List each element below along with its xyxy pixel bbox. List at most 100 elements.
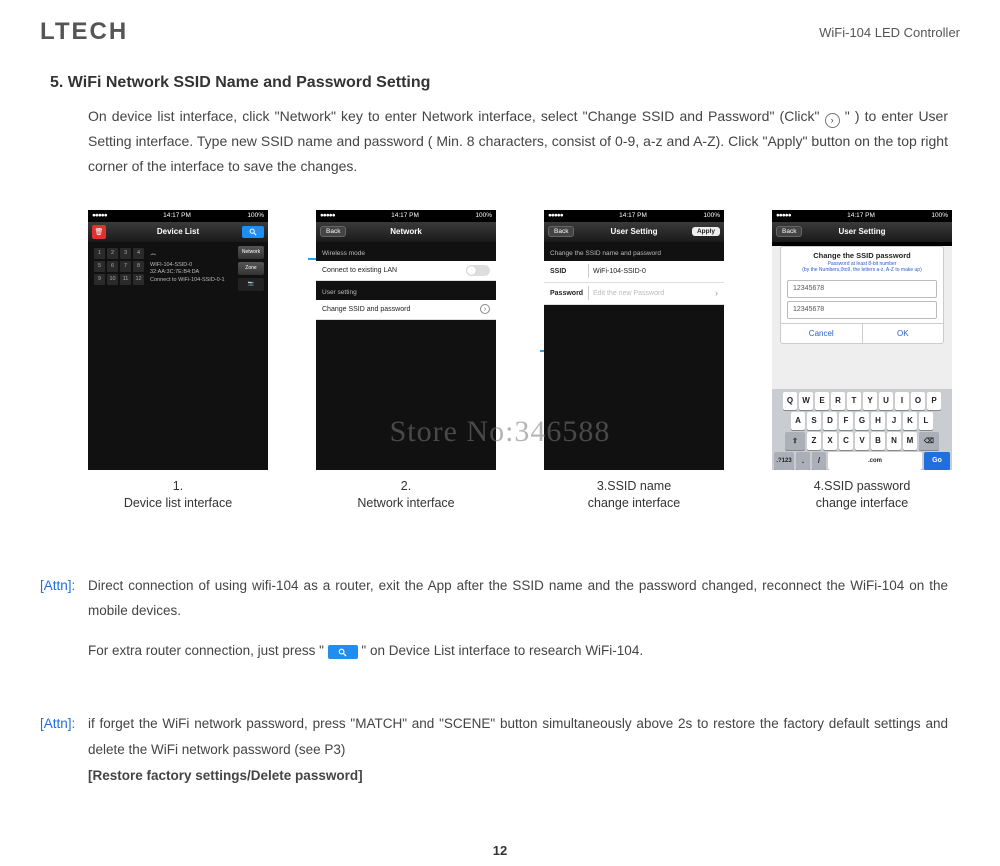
brand-logo: LTECH — [40, 18, 128, 46]
toggle-switch[interactable] — [466, 265, 490, 276]
chevron-circle-icon: › — [825, 113, 840, 128]
key[interactable]: . — [796, 452, 810, 470]
dialog-subtitle: Password at least 8-bit number (by the N… — [781, 261, 943, 277]
key[interactable]: F — [839, 412, 853, 430]
key[interactable]: Y — [863, 392, 877, 410]
key[interactable]: B — [871, 432, 885, 450]
chevron-right-icon: › — [715, 288, 718, 298]
signal-icon — [548, 212, 563, 219]
back-button[interactable]: Back — [548, 226, 574, 237]
key[interactable]: I — [895, 392, 909, 410]
password-input-1[interactable]: 12345678 — [787, 280, 937, 298]
zone-cell[interactable]: 1 — [94, 248, 105, 259]
status-batt: 100% — [475, 212, 492, 219]
dialog-title: Change the SSID password — [781, 247, 943, 261]
key[interactable]: T — [847, 392, 861, 410]
caption-2: 2. Network interface — [316, 478, 496, 513]
key[interactable]: O — [911, 392, 925, 410]
status-batt: 100% — [931, 212, 948, 219]
key[interactable]: A — [791, 412, 805, 430]
password-input[interactable]: Edit the new Password — [588, 286, 724, 300]
camera-icon[interactable]: 📷 — [238, 278, 264, 291]
screenshot-ssid-password: 14:17 PM100% Back User Setting Change th… — [772, 210, 952, 470]
attn-block-1: Attn Direct connection of using wifi-104… — [88, 573, 948, 664]
product-name: WiFi-104 LED Controller — [819, 25, 960, 40]
key[interactable]: / — [812, 452, 826, 470]
back-button[interactable]: Back — [320, 226, 346, 237]
zone-cell[interactable]: 4 — [133, 248, 144, 259]
key[interactable]: R — [831, 392, 845, 410]
attn1-p1: Direct connection of using wifi-104 as a… — [88, 573, 948, 624]
row-label: Change SSID and password — [322, 306, 410, 313]
signal-icon — [320, 212, 335, 219]
key[interactable]: P — [927, 392, 941, 410]
back-button[interactable]: Back — [776, 226, 802, 237]
section-label: Wireless mode — [316, 242, 496, 261]
key[interactable]: E — [815, 392, 829, 410]
search-icon — [328, 645, 358, 659]
ok-button[interactable]: OK — [863, 324, 944, 343]
key[interactable]: K — [903, 412, 917, 430]
body-a: On device list interface, click "Network… — [88, 108, 820, 124]
key[interactable]: L — [919, 412, 933, 430]
key[interactable]: S — [807, 412, 821, 430]
zone-cell[interactable]: 12 — [133, 274, 144, 285]
zone-cell[interactable]: 7 — [120, 261, 131, 272]
attn2-p2: [Restore factory settings/Delete passwor… — [88, 763, 948, 789]
ssid-field-row[interactable]: SSID WiFi-104-SSID-0 — [544, 261, 724, 283]
key[interactable]: N — [887, 432, 901, 450]
key[interactable]: W — [799, 392, 813, 410]
signal-icon — [92, 212, 107, 219]
zone-cell[interactable]: 6 — [107, 261, 118, 272]
key[interactable]: J — [887, 412, 901, 430]
zone-cell[interactable]: 8 — [133, 261, 144, 272]
password-field-row[interactable]: Password Edit the new Password › — [544, 283, 724, 305]
status-batt: 100% — [247, 212, 264, 219]
row-label: Connect to existing LAN — [322, 267, 397, 274]
status-time: 14:17 PM — [847, 212, 875, 219]
attn1-p2a: For extra router connection, just press … — [88, 643, 328, 658]
cancel-button[interactable]: Cancel — [781, 324, 863, 343]
network-button[interactable]: Network — [238, 246, 264, 259]
key[interactable]: X — [823, 432, 837, 450]
zone-cell[interactable]: 11 — [120, 274, 131, 285]
zone-cell[interactable]: 5 — [94, 261, 105, 272]
key[interactable]: U — [879, 392, 893, 410]
key[interactable]: Q — [783, 392, 797, 410]
zone-cell[interactable]: 9 — [94, 274, 105, 285]
chevron-circle-icon: › — [480, 304, 490, 314]
key[interactable]: Z — [807, 432, 821, 450]
nav-title: Device List — [88, 227, 268, 236]
key[interactable]: C — [839, 432, 853, 450]
zone-grid[interactable]: 1234 5678 9101112 — [94, 248, 144, 285]
connect-lan-row[interactable]: Connect to existing LAN — [316, 261, 496, 281]
section-body: On device list interface, click "Network… — [88, 104, 948, 180]
attn1-p2b: " on Device List interface to research W… — [361, 643, 643, 658]
go-key[interactable]: Go — [924, 452, 950, 470]
attn-tag: Attn — [40, 573, 75, 599]
search-button[interactable] — [242, 226, 264, 238]
ssid-input[interactable]: WiFi-104-SSID-0 — [588, 264, 724, 278]
key[interactable]: M — [903, 432, 917, 450]
key[interactable]: V — [855, 432, 869, 450]
num-key[interactable]: .?123 — [774, 452, 794, 470]
section-label: User setting — [316, 281, 496, 300]
apply-button[interactable]: Apply — [692, 227, 720, 236]
zone-button[interactable]: Zone — [238, 262, 264, 275]
attn-block-2: Attn if forget the WiFi network password… — [88, 711, 948, 788]
space-key[interactable]: .com — [828, 452, 922, 470]
trash-icon[interactable]: 🗑 — [92, 225, 106, 239]
key[interactable]: H — [871, 412, 885, 430]
zone-cell[interactable]: 10 — [107, 274, 118, 285]
keyboard[interactable]: QWERTYUIOP ASDFGHJKL ⇧ZXCVBNM⌫ .?123 . /… — [772, 389, 952, 470]
hint-label: Change the SSID name and password — [544, 242, 724, 261]
key[interactable]: D — [823, 412, 837, 430]
password-input-2[interactable]: 12345678 — [787, 301, 937, 319]
zone-cell[interactable]: 2 — [107, 248, 118, 259]
caption-1: 1. Device list interface — [88, 478, 268, 513]
change-ssid-row[interactable]: Change SSID and password › — [316, 300, 496, 320]
shift-key[interactable]: ⇧ — [785, 432, 805, 450]
zone-cell[interactable]: 3 — [120, 248, 131, 259]
key[interactable]: G — [855, 412, 869, 430]
backspace-key[interactable]: ⌫ — [919, 432, 939, 450]
